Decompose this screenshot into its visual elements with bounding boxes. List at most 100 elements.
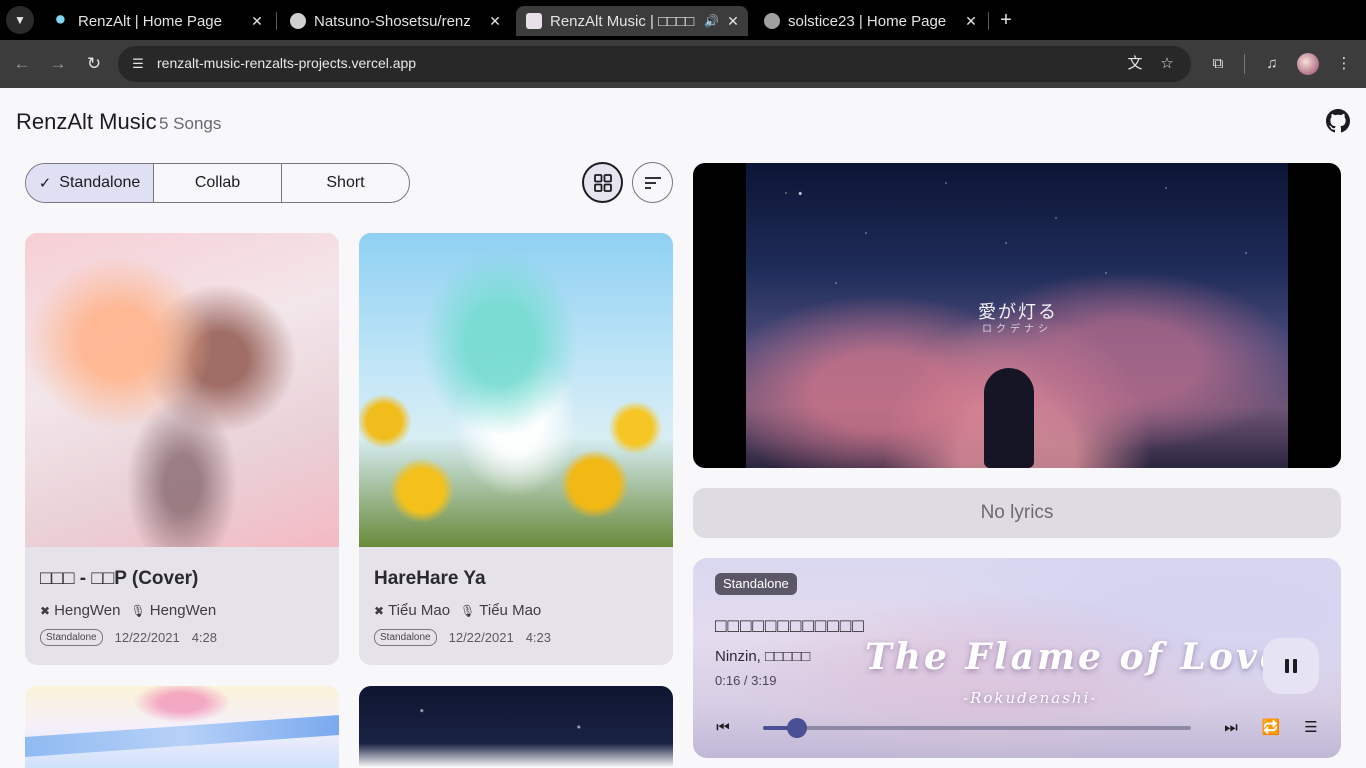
tab-separator — [276, 12, 277, 30]
browser-tab-strip: ▼ RenzAlt | Home Page ✕ Natsuno-Shosetsu… — [0, 0, 1366, 40]
renzalt-favicon-icon — [54, 13, 70, 29]
skip-next-icon[interactable]: ⏭ — [1220, 717, 1242, 739]
video-overlay-subtitle: ロクデナシ — [982, 324, 1052, 335]
cover-art-title: The Flame of Love — [865, 636, 1286, 678]
progress-thumb[interactable] — [787, 718, 808, 738]
grid-icon — [593, 173, 612, 192]
chevron-down-icon: ▼ — [14, 13, 26, 27]
profile-avatar[interactable] — [1297, 53, 1319, 75]
speaker-icon[interactable]: 🔊 — [704, 14, 720, 28]
pause-button[interactable] — [1263, 638, 1319, 694]
filter-label: Short — [326, 174, 365, 191]
tab-github-repo[interactable]: Natsuno-Shosetsu/renz ✕ — [280, 6, 510, 36]
song-cover-image — [25, 233, 339, 547]
pause-icon — [1293, 659, 1297, 673]
cover-art-subtitle: -Rokudenashi- — [963, 689, 1098, 707]
composer-icon: ✖ — [374, 603, 385, 618]
renzalt-music-favicon-icon — [526, 13, 542, 29]
song-credits: ✖ HengWen 🎙 HengWen — [40, 602, 216, 619]
filter-collab-button[interactable]: Collab — [154, 164, 282, 202]
song-info-row: Standalone 12/22/2021 4:28 — [40, 629, 217, 646]
tab-separator — [988, 12, 989, 30]
grid-view-button[interactable] — [582, 162, 623, 203]
repeat-icon[interactable]: 🔁 — [1260, 717, 1282, 739]
back-arrow-icon[interactable]: ← — [10, 52, 34, 76]
reload-icon[interactable]: ↻ — [82, 52, 106, 76]
silhouette-figure — [984, 368, 1034, 468]
now-playing-panel: The Flame of Love -Rokudenashi- Standalo… — [693, 558, 1341, 758]
pause-icon — [1285, 659, 1289, 673]
sort-button[interactable] — [632, 162, 673, 203]
github-favicon-icon — [290, 13, 306, 29]
filter-label: Collab — [194, 174, 241, 191]
video-frame: 愛が灯る ロクデナシ — [746, 163, 1288, 468]
composer-name: Tiểu Mao — [388, 602, 451, 619]
now-playing-artists: Ninzin, □□□□□ — [715, 648, 811, 665]
tab-close-icon[interactable]: ✕ — [724, 13, 742, 30]
song-date: 12/22/2021 — [114, 630, 180, 645]
composer-icon: ✖ — [40, 603, 51, 618]
microphone-icon: 🎙 — [460, 603, 476, 618]
cover-decoration — [25, 715, 339, 757]
browser-toolbar: ← → ↻ ☰ renzalt-music-renzalts-projects.… — [0, 40, 1366, 88]
song-date: 12/22/2021 — [448, 630, 514, 645]
song-type-chip: Standalone — [374, 629, 437, 646]
tab-close-icon[interactable]: ✕ — [248, 13, 266, 30]
filter-standalone-button[interactable]: ✓ Standalone — [26, 164, 154, 202]
now-playing-title: □□□□□□□□□□□□ — [715, 616, 865, 637]
tab-title: Natsuno-Shosetsu/renz — [314, 12, 471, 30]
song-cover-image — [25, 686, 339, 768]
song-card[interactable] — [359, 686, 673, 768]
song-type-chip: Standalone — [715, 573, 797, 595]
tab-close-icon[interactable]: ✕ — [486, 13, 504, 30]
song-count: 5 Songs — [159, 114, 222, 133]
song-card[interactable]: □□□ - □□P (Cover) ✖ HengWen 🎙 HengWen St… — [25, 233, 339, 665]
filter-short-button[interactable]: Short — [282, 164, 409, 202]
video-player[interactable]: 愛が灯る ロクデナシ — [693, 163, 1341, 468]
song-title: □□□ - □□P (Cover) — [40, 568, 199, 589]
tab-search-button[interactable]: ▼ — [6, 6, 34, 34]
new-tab-button[interactable]: + — [994, 8, 1018, 32]
tab-renzalt-home[interactable]: RenzAlt | Home Page ✕ — [44, 6, 272, 36]
song-cover-image — [359, 686, 673, 768]
site-info-icon[interactable]: ☰ — [128, 54, 148, 74]
tab-title: RenzAlt | Home Page — [78, 12, 222, 30]
filter-label: Standalone — [59, 174, 141, 191]
toolbar-divider — [1244, 54, 1245, 74]
lyrics-panel: No lyrics — [693, 488, 1341, 538]
song-card[interactable] — [25, 686, 339, 768]
progress-slider[interactable] — [763, 726, 1191, 730]
song-type-chip: Standalone — [40, 629, 103, 646]
tab-title: RenzAlt Music | □□□□ — [550, 12, 695, 30]
composer-name: HengWen — [54, 602, 121, 619]
media-controls-icon[interactable]: ♫ — [1260, 52, 1284, 76]
song-cover-image — [359, 233, 673, 547]
song-duration: 4:28 — [191, 630, 217, 645]
app-title: RenzAlt Music — [16, 109, 157, 134]
bookmark-star-icon[interactable]: ☆ — [1157, 54, 1177, 74]
tab-close-icon[interactable]: ✕ — [962, 13, 980, 30]
tab-renzalt-music[interactable]: RenzAlt Music | □□□□ 🔊 ✕ — [516, 6, 748, 36]
more-menu-icon[interactable]: ⋮ — [1332, 52, 1356, 76]
song-title: HareHare Ya — [374, 568, 486, 589]
sort-icon — [644, 176, 661, 189]
song-card[interactable]: HareHare Ya ✖ Tiểu Mao 🎙 Tiểu Mao Standa… — [359, 233, 673, 665]
microphone-icon: 🎙 — [130, 603, 146, 618]
checkmark-icon: ✓ — [38, 175, 52, 192]
vocalist-name: HengWen — [149, 602, 217, 619]
url-text[interactable]: renzalt-music-renzalts-projects.vercel.a… — [157, 55, 416, 71]
globe-icon — [764, 13, 780, 29]
github-icon[interactable] — [1326, 109, 1350, 133]
translate-icon[interactable]: 文 — [1125, 54, 1145, 74]
queue-icon[interactable]: ☰ — [1300, 717, 1322, 739]
vocalist-name: Tiểu Mao — [479, 602, 542, 619]
song-duration: 4:23 — [525, 630, 551, 645]
song-credits: ✖ Tiểu Mao 🎙 Tiểu Mao — [374, 602, 541, 619]
tab-title: solstice23 | Home Page — [788, 12, 947, 30]
address-bar[interactable]: ☰ renzalt-music-renzalts-projects.vercel… — [118, 46, 1191, 82]
forward-arrow-icon[interactable]: → — [46, 52, 70, 76]
tab-solstice23[interactable]: solstice23 | Home Page ✕ — [754, 6, 986, 36]
skip-previous-icon[interactable]: ⏮ — [712, 717, 734, 739]
extensions-icon[interactable]: ⧉ — [1206, 52, 1230, 76]
no-lyrics-text: No lyrics — [980, 502, 1054, 523]
